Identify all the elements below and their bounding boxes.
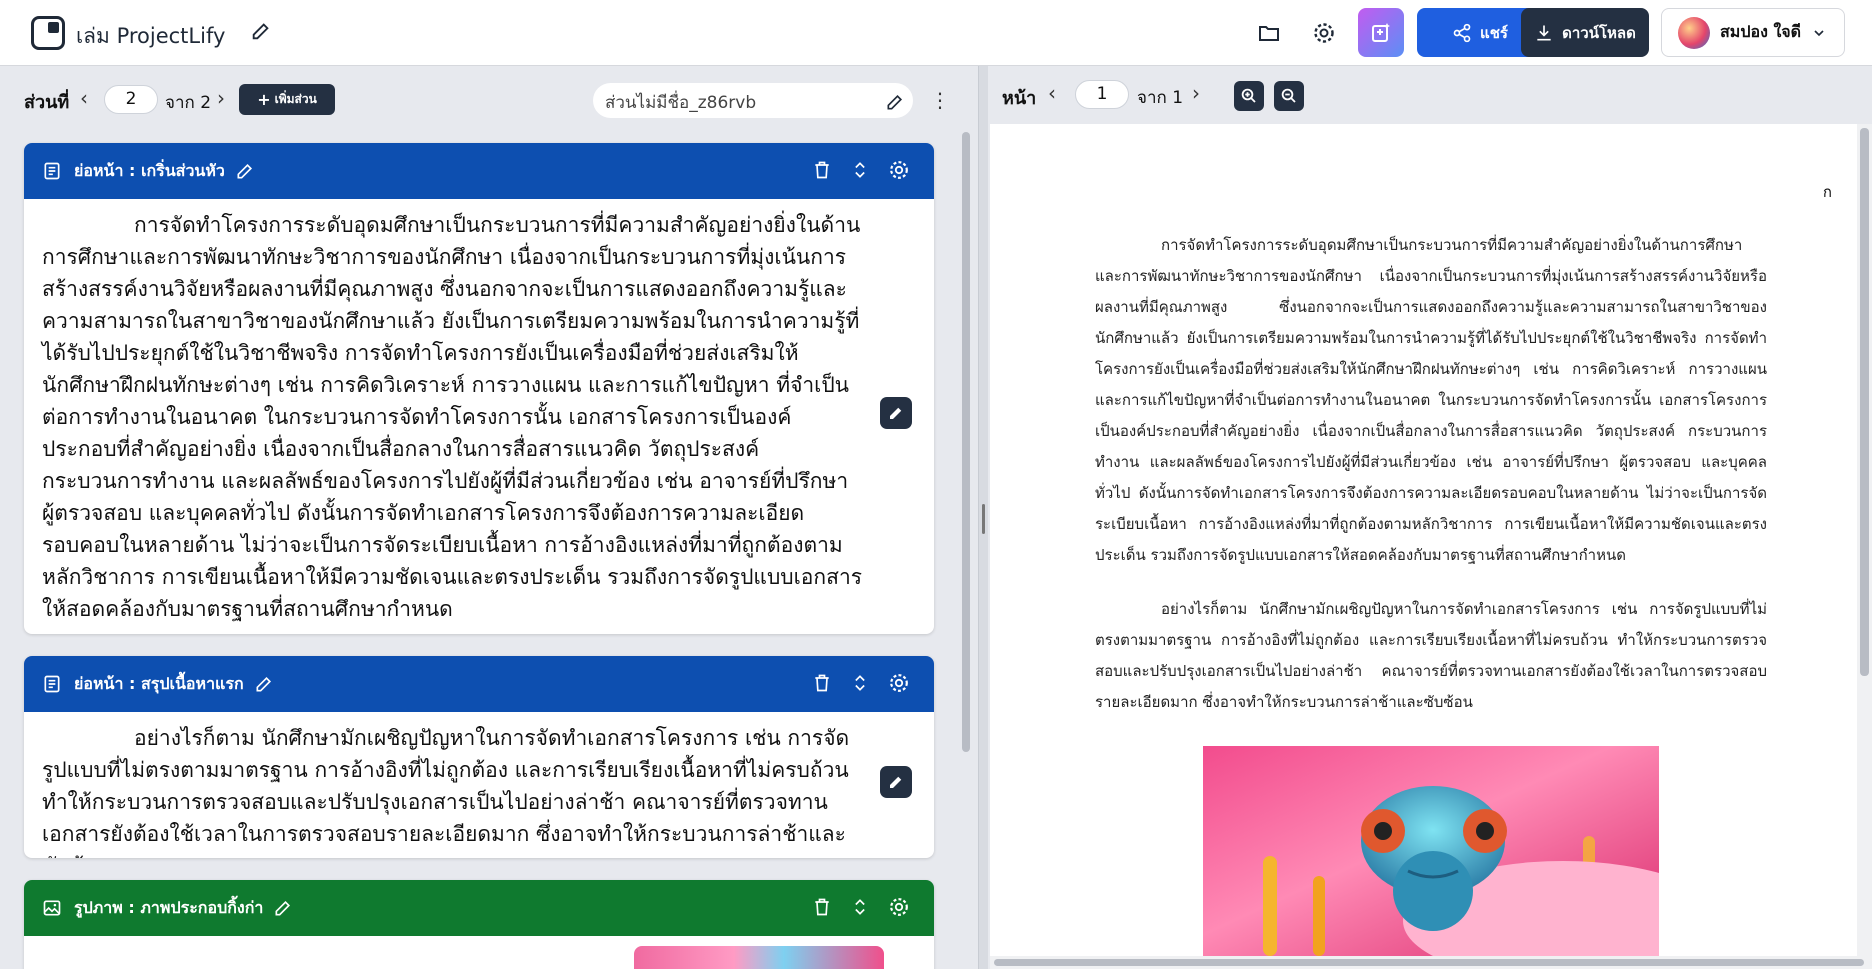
preview-paragraph-text: การจัดทำโครงการระดับอุดมศึกษาเป็นกระบวนก… xyxy=(1095,236,1767,564)
section-of-label: จาก 2 xyxy=(165,93,212,113)
image-icon xyxy=(43,900,61,916)
card-header: รูปภาพ : ภาพประกอบกิ้งก่า xyxy=(24,880,934,936)
user-name: สมปอง ใจดี xyxy=(1720,22,1802,41)
section-number-input[interactable]: 2 xyxy=(104,85,158,114)
paragraph-icon xyxy=(44,162,60,180)
paragraph-card: ย่อหน้า : สรุปเนื้อหาแรก อย่างไรก็ตาม นั… xyxy=(24,656,934,858)
ai-assistant-button[interactable] xyxy=(1358,8,1404,57)
paragraph-text[interactable]: การจัดทำโครงการระดับอุดมศึกษาเป็นกระบวนก… xyxy=(42,213,862,621)
page-of-label: จาก 1 xyxy=(1137,88,1184,108)
edit-title-icon[interactable] xyxy=(250,20,272,46)
trash-icon[interactable] xyxy=(812,160,832,180)
pencil-icon xyxy=(890,407,902,419)
panel-splitter[interactable] xyxy=(978,66,988,969)
preview-paragraph: การจัดทำโครงการระดับอุดมศึกษาเป็นกระบวนก… xyxy=(1095,230,1767,571)
add-section-label: เพิ่มส่วน xyxy=(274,92,317,106)
next-section-icon[interactable]: › xyxy=(217,86,225,110)
page-number-mark: ก xyxy=(1822,183,1832,201)
zoom-out-button[interactable] xyxy=(1274,81,1304,111)
chameleon-image-thumbnail xyxy=(634,946,884,969)
trash-icon[interactable] xyxy=(812,673,832,693)
add-section-button[interactable]: + เพิ่มส่วน xyxy=(239,84,335,115)
app-title: เล่ม ProjectLify xyxy=(76,24,226,48)
folder-icon[interactable] xyxy=(1256,20,1282,46)
edit-paragraph-button[interactable] xyxy=(880,397,912,429)
section-toolbar: ส่วนที่ ‹ 2 จาก 2 › + เพิ่มส่วน ส่วนไม่ม… xyxy=(0,66,978,132)
card-header: ย่อหน้า : สรุปเนื้อหาแรก xyxy=(24,656,934,712)
paragraph-card: ย่อหน้า : เกริ่นส่วนหัว การจัดทำโครงการร… xyxy=(24,143,934,634)
edit-card-title-icon[interactable] xyxy=(235,161,255,181)
page-label: หน้า xyxy=(1002,88,1037,109)
preview-paragraph-text: อย่างไรก็ตาม นักศึกษามักเผชิญปัญหาในการจ… xyxy=(1095,600,1767,711)
image-card: รูปภาพ : ภาพประกอบกิ้งก่า xyxy=(24,880,934,969)
zoom-in-icon xyxy=(1241,88,1256,103)
pencil-icon xyxy=(890,776,902,788)
plus-icon: + xyxy=(257,90,271,109)
section-name-input[interactable]: ส่วนไม่มีชื่อ_z86rvb xyxy=(593,83,913,118)
document-preview: ก การจัดทำโครงการระดับอุดมศึกษาเป็นกระบว… xyxy=(990,124,1857,956)
user-menu[interactable]: สมปอง ใจดี xyxy=(1661,8,1845,57)
left-scrollbar[interactable] xyxy=(962,132,970,752)
paragraph-text[interactable]: อย่างไรก็ตาม นักศึกษามักเผชิญปัญหาในการจ… xyxy=(42,726,849,858)
section-label: ส่วนที่ xyxy=(24,92,70,113)
ai-sparkle-icon xyxy=(1372,22,1390,42)
preview-vertical-scrollbar[interactable] xyxy=(1857,124,1872,956)
settings-gear-icon[interactable] xyxy=(1311,20,1337,46)
next-page-icon[interactable]: › xyxy=(1192,81,1200,105)
reorder-icon[interactable] xyxy=(850,897,870,917)
edit-card-title-icon[interactable] xyxy=(273,898,293,918)
avatar xyxy=(1678,16,1710,49)
edit-section-name-icon[interactable] xyxy=(885,92,905,116)
edit-card-title-icon[interactable] xyxy=(254,674,274,694)
preview-horizontal-scrollbar[interactable] xyxy=(990,956,1872,969)
trash-icon[interactable] xyxy=(812,897,832,917)
chevron-down-icon xyxy=(1814,29,1824,36)
card-body: การจัดทำโครงการระดับอุดมศึกษาเป็นกระบวนก… xyxy=(24,199,934,634)
top-bar: เล่ม ProjectLify แชร์ ดาวน์โหลด สมปอง ใจ… xyxy=(0,0,1872,66)
zoom-out-icon xyxy=(1281,88,1296,103)
share-icon xyxy=(1453,23,1471,42)
prev-page-icon[interactable]: ‹ xyxy=(1048,81,1056,105)
card-settings-gear-icon[interactable] xyxy=(888,672,910,694)
download-icon xyxy=(1537,25,1551,40)
share-label: แชร์ xyxy=(1480,23,1508,42)
edit-paragraph-button[interactable] xyxy=(880,766,912,798)
card-body: อย่างไรก็ตาม นักศึกษามักเผชิญปัญหาในการจ… xyxy=(24,712,934,858)
reorder-icon[interactable] xyxy=(850,673,870,693)
page-number-input[interactable]: 1 xyxy=(1075,80,1129,109)
card-title: ย่อหน้า : เกริ่นส่วนหัว xyxy=(74,160,225,180)
paragraph-icon xyxy=(44,675,60,693)
card-header: ย่อหน้า : เกริ่นส่วนหัว xyxy=(24,143,934,199)
card-title: รูปภาพ : ภาพประกอบกิ้งก่า xyxy=(74,897,264,917)
preview-toolbar: หน้า ‹ 1 จาก 1 › xyxy=(988,66,1872,124)
preview-paragraph: อย่างไรก็ตาม นักศึกษามักเผชิญปัญหาในการจ… xyxy=(1095,594,1767,718)
card-settings-gear-icon[interactable] xyxy=(888,159,910,181)
download-button[interactable]: ดาวน์โหลด xyxy=(1521,8,1649,57)
card-settings-gear-icon[interactable] xyxy=(888,896,910,918)
chameleon-image xyxy=(1203,746,1659,956)
download-label: ดาวน์โหลด xyxy=(1562,23,1636,42)
zoom-in-button[interactable] xyxy=(1234,81,1264,111)
more-options-icon[interactable]: ⋮ xyxy=(930,88,950,112)
app-logo-icon xyxy=(31,16,65,50)
card-title: ย่อหน้า : สรุปเนื้อหาแรก xyxy=(74,673,244,693)
prev-section-icon[interactable]: ‹ xyxy=(80,86,88,110)
reorder-icon[interactable] xyxy=(850,160,870,180)
